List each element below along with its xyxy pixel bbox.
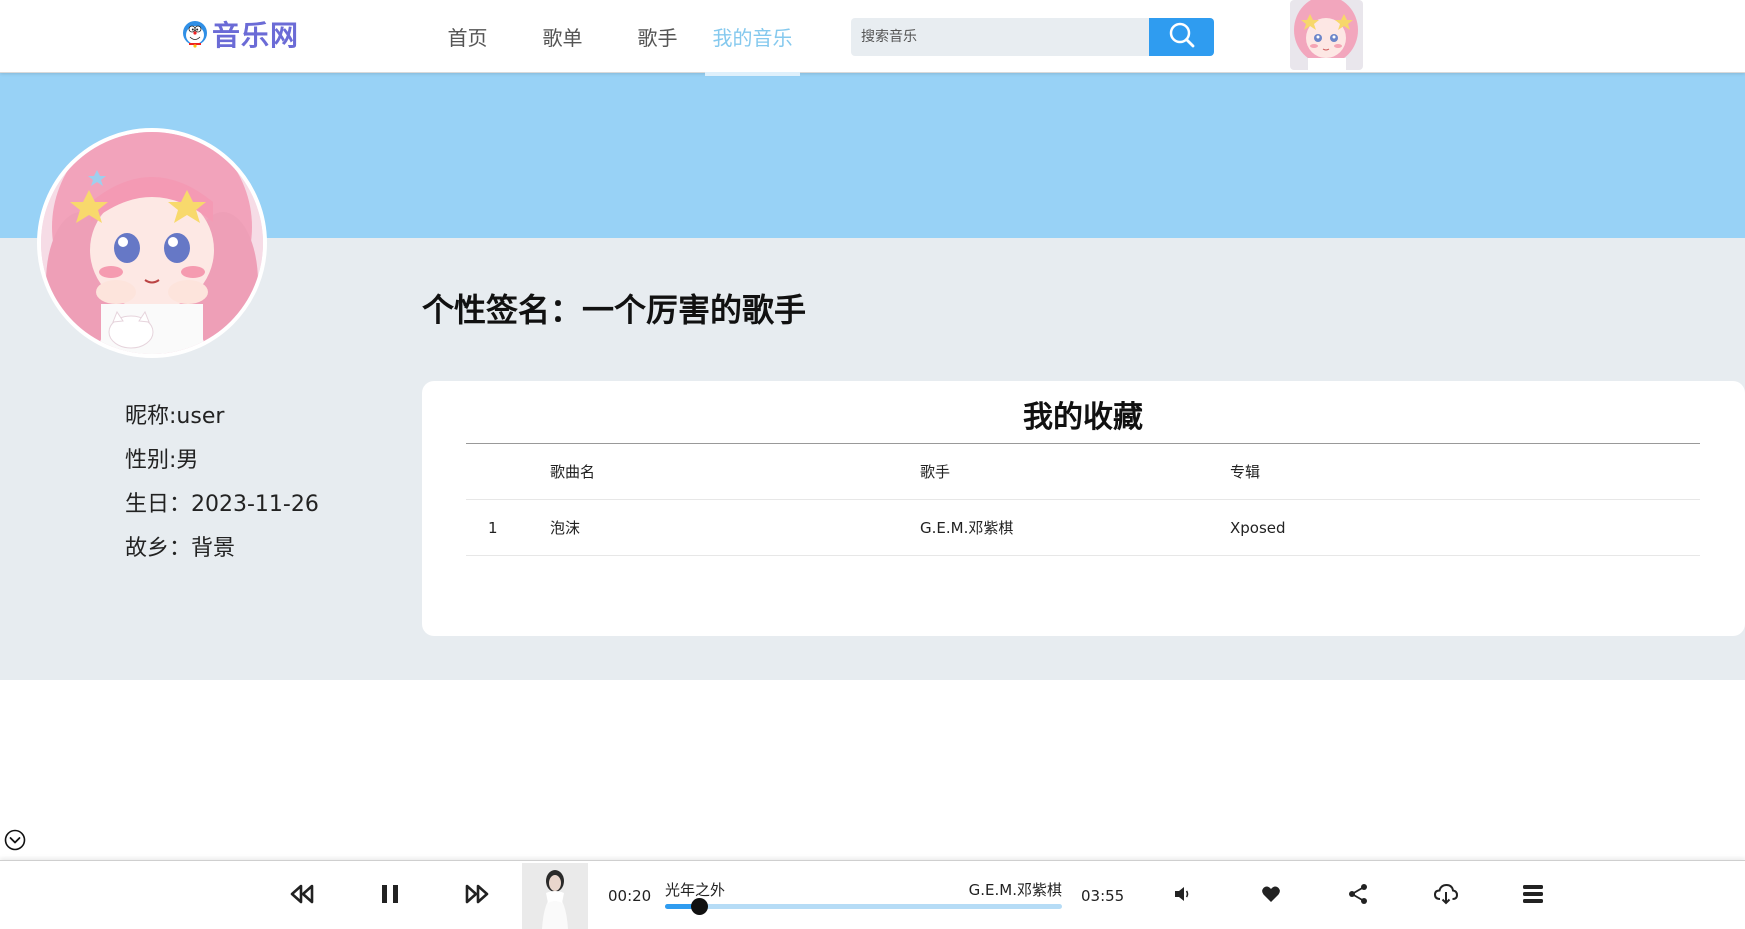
nav-singers[interactable]: 歌手 <box>610 0 705 73</box>
prev-icon <box>289 883 315 909</box>
volume-icon <box>1173 884 1193 908</box>
share-button[interactable] <box>1343 881 1373 911</box>
top-header: 音乐网 首页 歌单 歌手 我的音乐 <box>0 0 1745 76</box>
next-icon <box>464 883 490 909</box>
column-header-album: 专辑 <box>1230 463 1261 481</box>
playlist-button[interactable] <box>1518 881 1548 911</box>
signature-text: 个性签名：一个厉害的歌手 <box>422 291 807 329</box>
table-header-row: 歌曲名 歌手 专辑 <box>466 444 1700 500</box>
total-time: 03:55 <box>1081 887 1125 905</box>
nav-playlists[interactable]: 歌单 <box>515 0 610 73</box>
chevron-down-circle-icon <box>4 829 26 855</box>
row-artist[interactable]: G.E.M.邓紫棋 <box>920 500 1220 556</box>
nav-home[interactable]: 首页 <box>420 0 515 73</box>
pause-icon <box>380 883 400 909</box>
column-header-index <box>488 444 528 500</box>
profile-avatar[interactable] <box>37 128 267 358</box>
download-button[interactable] <box>1431 881 1461 911</box>
favorites-card: 我的收藏 歌曲名 歌手 专辑 1 泡沫 G.E.M.邓紫棋 Xposed <box>422 381 1745 636</box>
song-title: 光年之外 <box>665 881 726 899</box>
prev-button[interactable] <box>287 881 317 911</box>
favorites-table: 歌曲名 歌手 专辑 1 泡沫 G.E.M.邓紫棋 Xposed <box>466 444 1700 556</box>
progress-handle[interactable] <box>690 898 708 915</box>
row-song[interactable]: 泡沫 <box>550 500 910 556</box>
doraemon-logo-icon <box>180 19 210 49</box>
favorites-title: 我的收藏 <box>1023 400 1143 435</box>
playlist-icon <box>1522 884 1544 908</box>
search-input[interactable] <box>851 18 1149 56</box>
next-button[interactable] <box>462 881 492 911</box>
collapse-player-button[interactable] <box>4 829 26 851</box>
column-header-song: 歌曲名 <box>550 463 596 481</box>
progress-bar[interactable] <box>665 898 1062 915</box>
volume-button[interactable] <box>1168 881 1198 911</box>
share-icon <box>1347 883 1369 909</box>
gender-text: 性别:男 <box>125 448 199 473</box>
nav-my-music[interactable]: 我的音乐 <box>705 0 800 76</box>
birthday-text: 生日：2023-11-26 <box>125 492 319 517</box>
cloud-download-icon <box>1433 883 1459 909</box>
search-button[interactable] <box>1149 18 1214 56</box>
row-index: 1 <box>488 519 498 537</box>
current-time: 00:20 <box>608 887 652 905</box>
favorite-button[interactable] <box>1256 881 1286 911</box>
row-album[interactable]: Xposed <box>1230 500 1530 556</box>
heart-icon <box>1261 885 1281 907</box>
nickname-text: 昵称:user <box>125 404 225 429</box>
column-header-artist: 歌手 <box>920 463 951 481</box>
music-player-bar: 00:20 光年之外 G.E.M.邓紫棋 03:55 <box>0 860 1745 929</box>
profile-info: 昵称:user 性别:男 生日：2023-11-26 故乡：背景 <box>125 400 319 576</box>
album-cover[interactable] <box>522 863 588 929</box>
search-bar <box>851 18 1214 56</box>
logo-text: 音乐网 <box>212 19 300 52</box>
main-nav: 首页 歌单 歌手 我的音乐 <box>420 0 800 76</box>
song-artist: G.E.M.邓紫棋 <box>968 881 1062 899</box>
search-icon <box>1167 20 1197 54</box>
site-logo[interactable]: 音乐网 <box>180 14 299 54</box>
hometown-text: 故乡：背景 <box>125 536 236 561</box>
header-user-avatar[interactable] <box>1290 0 1363 70</box>
pause-button[interactable] <box>375 881 405 911</box>
table-row[interactable]: 1 泡沫 G.E.M.邓紫棋 Xposed <box>466 500 1700 556</box>
